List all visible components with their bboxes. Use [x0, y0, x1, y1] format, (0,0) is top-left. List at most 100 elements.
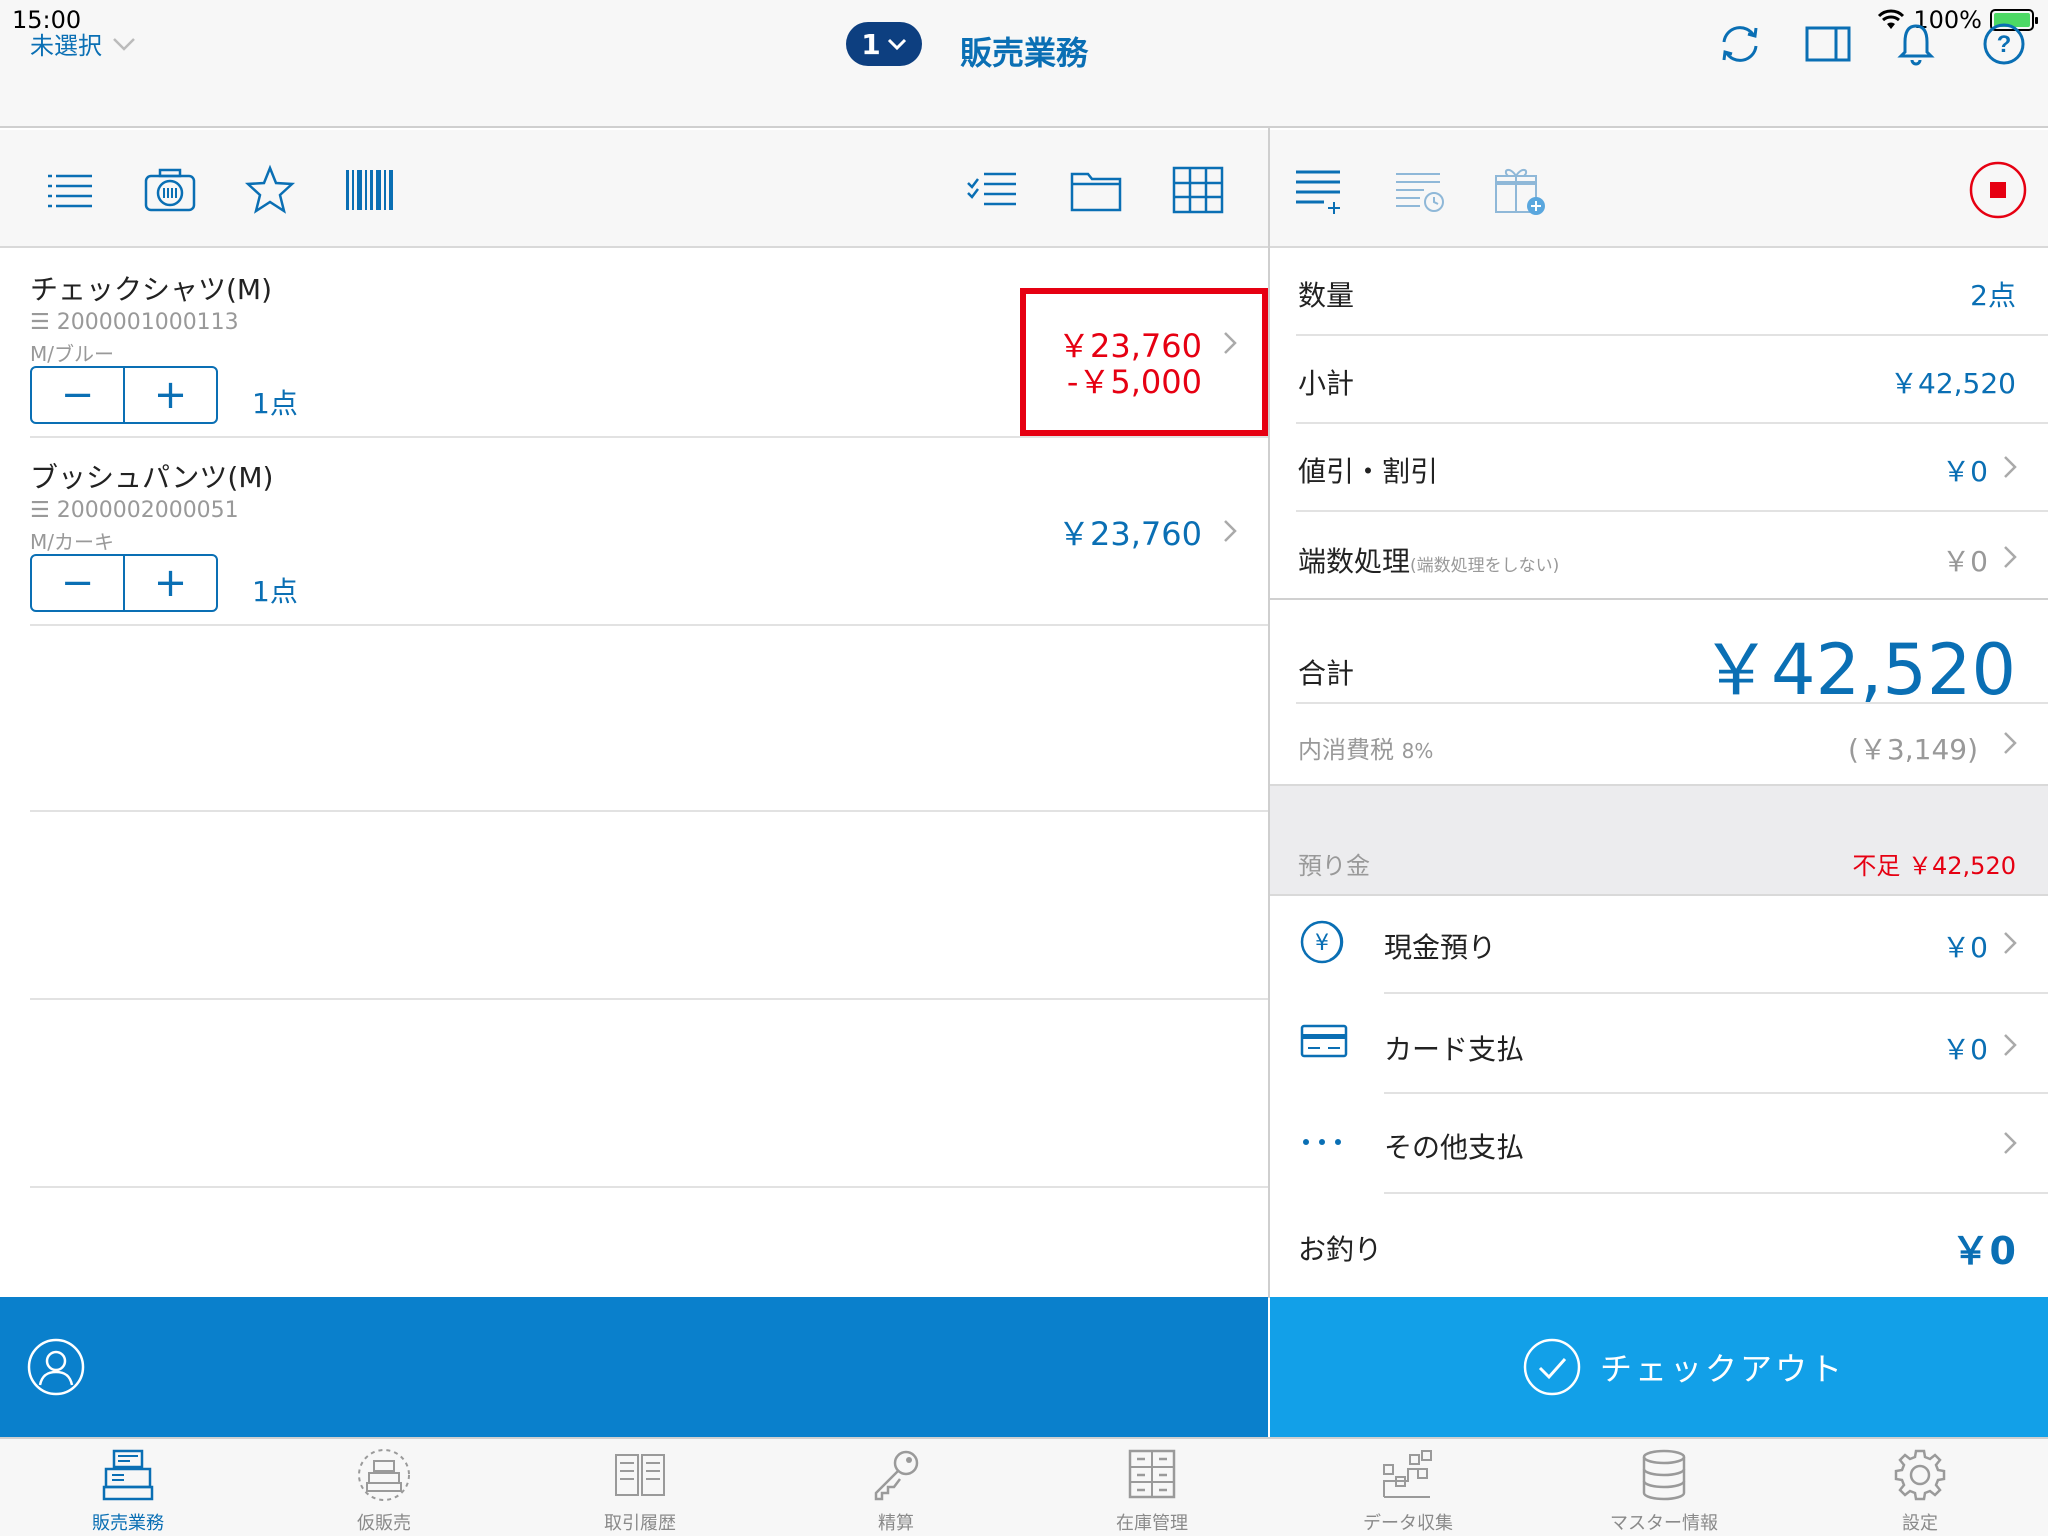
cash-label: 現金預り [1384, 931, 1497, 964]
cash-payment-row[interactable]: ¥ 現金預り ￥0 [1270, 896, 2048, 994]
cash-value: ￥0 [1942, 931, 1988, 964]
change-label: お釣り [1298, 1233, 1383, 1266]
empty-row-divider [30, 810, 1268, 812]
rounding-row[interactable]: 端数処理(端数処理をしない) ￥0 [1270, 512, 2048, 600]
chevron-right-icon [2004, 1034, 2017, 1056]
total-row: 合計 ￥42,520 [1270, 600, 2048, 711]
history-list-icon[interactable] [1394, 164, 1446, 216]
add-list-icon[interactable] [1294, 164, 1346, 216]
checklist-icon[interactable] [966, 164, 1018, 216]
tab-settlement[interactable]: 精算 [768, 1439, 1024, 1536]
split-view-icon[interactable] [1804, 20, 1852, 68]
tax-label-wrap: 内消費税 8% [1298, 730, 1433, 765]
item-quantity: 1点 [252, 387, 298, 420]
database-icon [1642, 1449, 1686, 1501]
change-value: ￥0 [1951, 1229, 2016, 1273]
more-icon [1303, 1139, 1341, 1145]
yen-coin-icon: ¥ [1300, 920, 1344, 964]
bell-icon[interactable] [1892, 20, 1940, 68]
decrement-button[interactable]: − [32, 556, 125, 610]
grid-icon[interactable] [1172, 164, 1224, 216]
tax-row[interactable]: 内消費税 8% (￥3,149) [1270, 704, 2048, 784]
tab-label: 販売業務 [92, 1513, 164, 1534]
staff-selector-label: 未選択 [30, 32, 102, 60]
folder-icon[interactable] [1070, 164, 1122, 216]
quantity-label: 数量 [1298, 279, 1355, 312]
tab-inventory[interactable]: 在庫管理 [1024, 1439, 1280, 1536]
decrement-button[interactable]: − [32, 368, 125, 422]
shortage-wrap: 不足 ￥42,520 [1852, 846, 2016, 881]
change-row: お釣り ￥0 [1270, 1194, 2048, 1296]
chevron-down-icon [113, 37, 135, 51]
tab-label: 在庫管理 [1116, 1513, 1188, 1534]
temp-register-icon [358, 1449, 410, 1501]
quantity-row: 数量 2点 [1270, 250, 2048, 338]
tab-settings[interactable]: 設定 [1792, 1439, 2048, 1536]
item-code: ☰ 2000001000113 [30, 310, 239, 335]
chevron-right-icon [2004, 546, 2017, 568]
svg-text:¥: ¥ [1315, 931, 1329, 956]
chevron-right-icon [2004, 456, 2017, 478]
register-number-selector[interactable]: 1 [846, 22, 922, 66]
item-quantity: 1点 [252, 575, 298, 608]
tab-history[interactable]: 取引履歴 [512, 1439, 768, 1536]
chevron-right-icon [2004, 732, 2017, 754]
increment-button[interactable]: + [125, 368, 216, 422]
sync-icon[interactable] [1716, 20, 1764, 68]
data-collect-icon [1383, 1450, 1432, 1498]
item-input-toolbar [0, 130, 1268, 248]
help-icon[interactable]: ? [1980, 20, 2028, 68]
price-highlight-box [1020, 288, 1268, 436]
tab-label: 精算 [878, 1513, 914, 1534]
increment-button[interactable]: + [125, 556, 216, 610]
other-label: その他支払 [1384, 1131, 1525, 1164]
other-payment-row[interactable]: その他支払 [1270, 1094, 2048, 1192]
camera-barcode-icon[interactable] [144, 164, 196, 216]
discount-label: 値引・割引 [1298, 455, 1439, 488]
deposit-label: 預り金 [1298, 852, 1370, 880]
item-code: ☰ 2000002000051 [30, 498, 239, 523]
credit-card-icon [1300, 1024, 1348, 1058]
chevron-right-icon [2004, 1132, 2017, 1154]
register-icon [102, 1449, 154, 1501]
drawers-icon [1128, 1449, 1176, 1499]
item-price[interactable]: ￥23,760 [1058, 516, 1202, 552]
tab-label: 設定 [1902, 1513, 1938, 1534]
page-title: 販売業務 [960, 34, 1089, 72]
register-number: 1 [861, 27, 881, 61]
tab-bar: 販売業務 仮販売 取引履歴 精算 在庫管理 データ収集 マスター情報 設定 [0, 1437, 2048, 1536]
list-icon[interactable] [44, 164, 96, 216]
tab-master-info[interactable]: マスター情報 [1536, 1439, 1792, 1536]
total-value: ￥42,520 [1701, 629, 2016, 711]
empty-row-divider [30, 1186, 1268, 1188]
barcode-icon[interactable] [344, 164, 396, 216]
gear-icon [1894, 1449, 1946, 1501]
transaction-toolbar [1270, 130, 2048, 248]
customer-icon[interactable] [26, 1337, 86, 1397]
item-name: チェックシャツ(M) [30, 273, 273, 306]
key-icon [874, 1450, 919, 1501]
quantity-value: 2点 [1970, 279, 2016, 312]
discount-value: ￥0 [1942, 455, 1988, 488]
chevron-down-icon [887, 38, 906, 51]
item-variant: M/ブルー [30, 342, 114, 366]
item-variant: M/カーキ [30, 530, 114, 554]
discount-row[interactable]: 値引・割引 ￥0 [1270, 424, 2048, 512]
item-name: ブッシュパンツ(M) [30, 461, 274, 494]
svg-text:?: ? [1997, 31, 2012, 58]
tab-temp-sales[interactable]: 仮販売 [256, 1439, 512, 1536]
total-label: 合計 [1298, 657, 1355, 690]
quantity-stepper: − + [30, 366, 218, 424]
subtotal-label: 小計 [1298, 367, 1355, 400]
check-circle-icon [1523, 1338, 1581, 1396]
tax-rate: 8% [1401, 739, 1434, 763]
tab-sales[interactable]: 販売業務 [0, 1439, 256, 1536]
stop-icon[interactable] [1968, 160, 2028, 220]
tab-data-collection[interactable]: データ収集 [1280, 1439, 1536, 1536]
cart-item[interactable]: ブッシュパンツ(M) ☰ 2000002000051 M/カーキ − + 1点 … [30, 438, 1268, 626]
card-payment-row[interactable]: カード支払 ￥0 [1270, 994, 2048, 1092]
gift-add-icon[interactable] [1494, 164, 1546, 216]
tab-label: 取引履歴 [604, 1513, 676, 1534]
staff-selector[interactable]: 未選択 [30, 26, 136, 61]
star-icon[interactable] [244, 164, 296, 216]
